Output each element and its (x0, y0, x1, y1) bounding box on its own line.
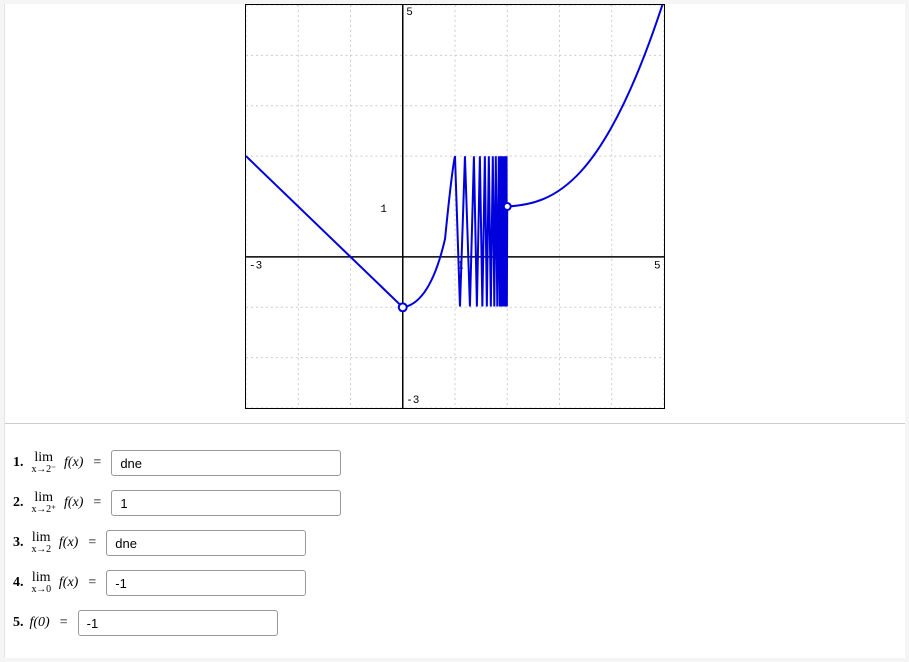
tick-y-1: 1 (380, 204, 387, 216)
tick-x-neg3: -3 (249, 261, 262, 273)
answer-input-3[interactable] (106, 530, 306, 556)
limit-notation: lim x→2⁻ (32, 451, 56, 475)
function-graph: 5 1 -3 -3 1 5 (245, 4, 665, 409)
equals-sign: = (60, 615, 68, 631)
expression: f(x) (64, 495, 83, 511)
equals-sign: = (88, 575, 96, 591)
axis-labels: 5 1 -3 -3 1 5 (249, 7, 661, 407)
worksheet-page: 5 1 -3 -3 1 5 (4, 4, 905, 658)
tick-x-5: 5 (654, 261, 661, 273)
tick-y-5: 5 (406, 7, 413, 19)
equals-sign: = (93, 495, 101, 511)
question-list: 1. lim x→2⁻ f(x) = 2. lim x→2⁺ f(x) = 3.… (5, 432, 905, 658)
question-1: 1. lim x→2⁻ f(x) = (13, 450, 897, 476)
answer-input-4[interactable] (106, 570, 306, 596)
point-2 (504, 203, 511, 210)
limit-notation: lim x→0 (32, 571, 51, 595)
divider (5, 423, 905, 424)
q-number: 1. (13, 455, 24, 471)
limit-notation: lim x→2⁺ (32, 491, 56, 515)
expression: f(x) (59, 535, 78, 551)
grid (246, 5, 664, 408)
equals-sign: = (88, 535, 96, 551)
question-2: 2. lim x→2⁺ f(x) = (13, 490, 897, 516)
expression: f(x) (59, 575, 78, 591)
tick-y-neg3: -3 (406, 395, 419, 407)
answer-input-5[interactable] (78, 610, 278, 636)
open-point-0 (399, 303, 407, 311)
question-5: 5. f(0) = (13, 610, 897, 636)
answer-input-1[interactable] (111, 450, 341, 476)
question-4: 4. lim x→0 f(x) = (13, 570, 897, 596)
q-number: 5. (13, 615, 24, 631)
expression: f(x) (64, 455, 83, 471)
limit-notation: lim x→2 (32, 531, 51, 555)
answer-input-2[interactable] (111, 490, 341, 516)
question-3: 3. lim x→2 f(x) = (13, 530, 897, 556)
q-number: 4. (13, 575, 24, 591)
q-number: 2. (13, 495, 24, 511)
chart-container: 5 1 -3 -3 1 5 (5, 4, 905, 419)
q-number: 3. (13, 535, 24, 551)
equals-sign: = (93, 455, 101, 471)
expression: f(0) (30, 615, 50, 631)
